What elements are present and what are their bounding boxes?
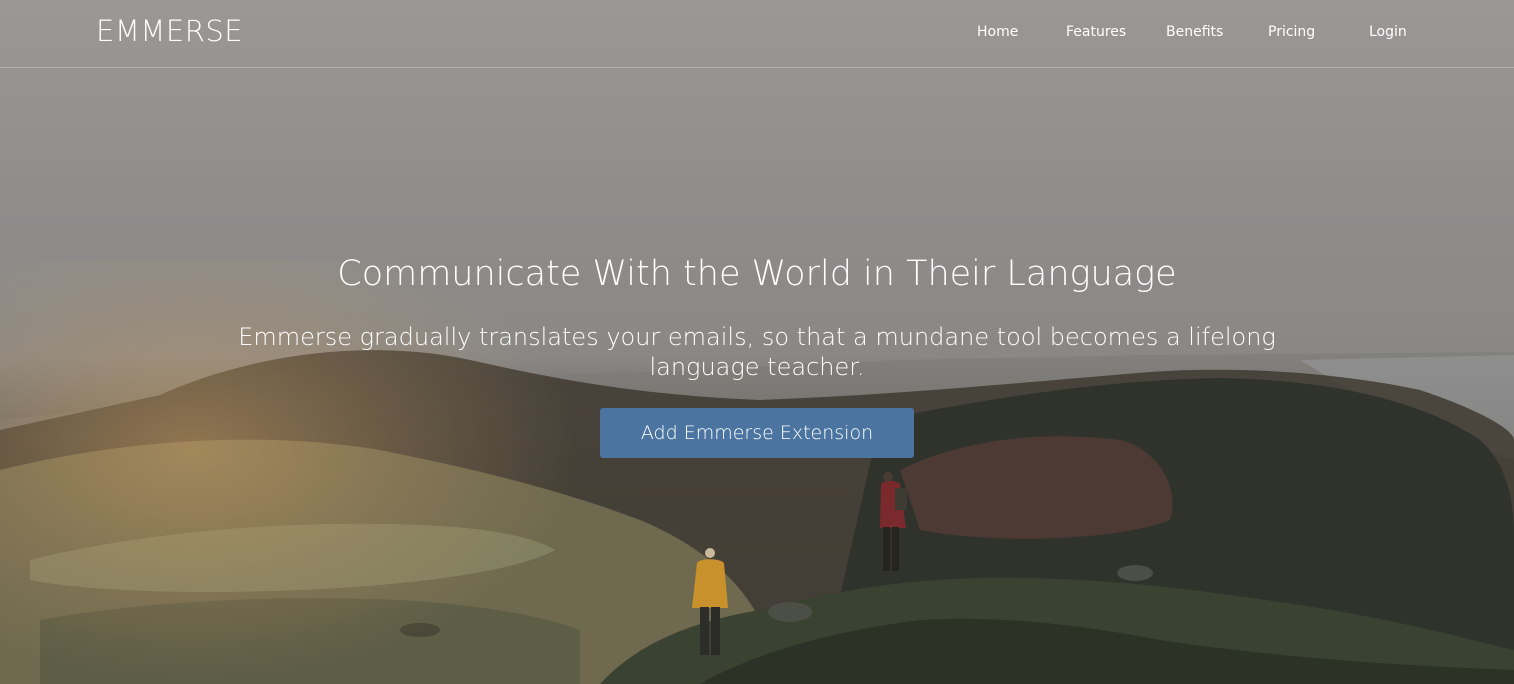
nav-benefits-link[interactable]: Benefits [1166,24,1223,40]
hero-section: EMMERSE Home Features Benefits Pricing L… [0,0,1514,684]
hero-subtext: Emmerse gradually translates your emails… [238,323,1276,381]
nav-login-link[interactable]: Login [1369,24,1407,40]
nav-features-link[interactable]: Features [1066,24,1126,40]
top-navbar: EMMERSE Home Features Benefits Pricing L… [0,0,1514,68]
hero-headline: Communicate With the World in Their Lang… [337,254,1177,294]
add-extension-button[interactable]: Add Emmerse Extension [600,408,914,458]
nav-links: Home Features Benefits Pricing Login [0,24,1514,44]
nav-pricing-link[interactable]: Pricing [1268,24,1315,40]
nav-home-link[interactable]: Home [977,24,1018,40]
